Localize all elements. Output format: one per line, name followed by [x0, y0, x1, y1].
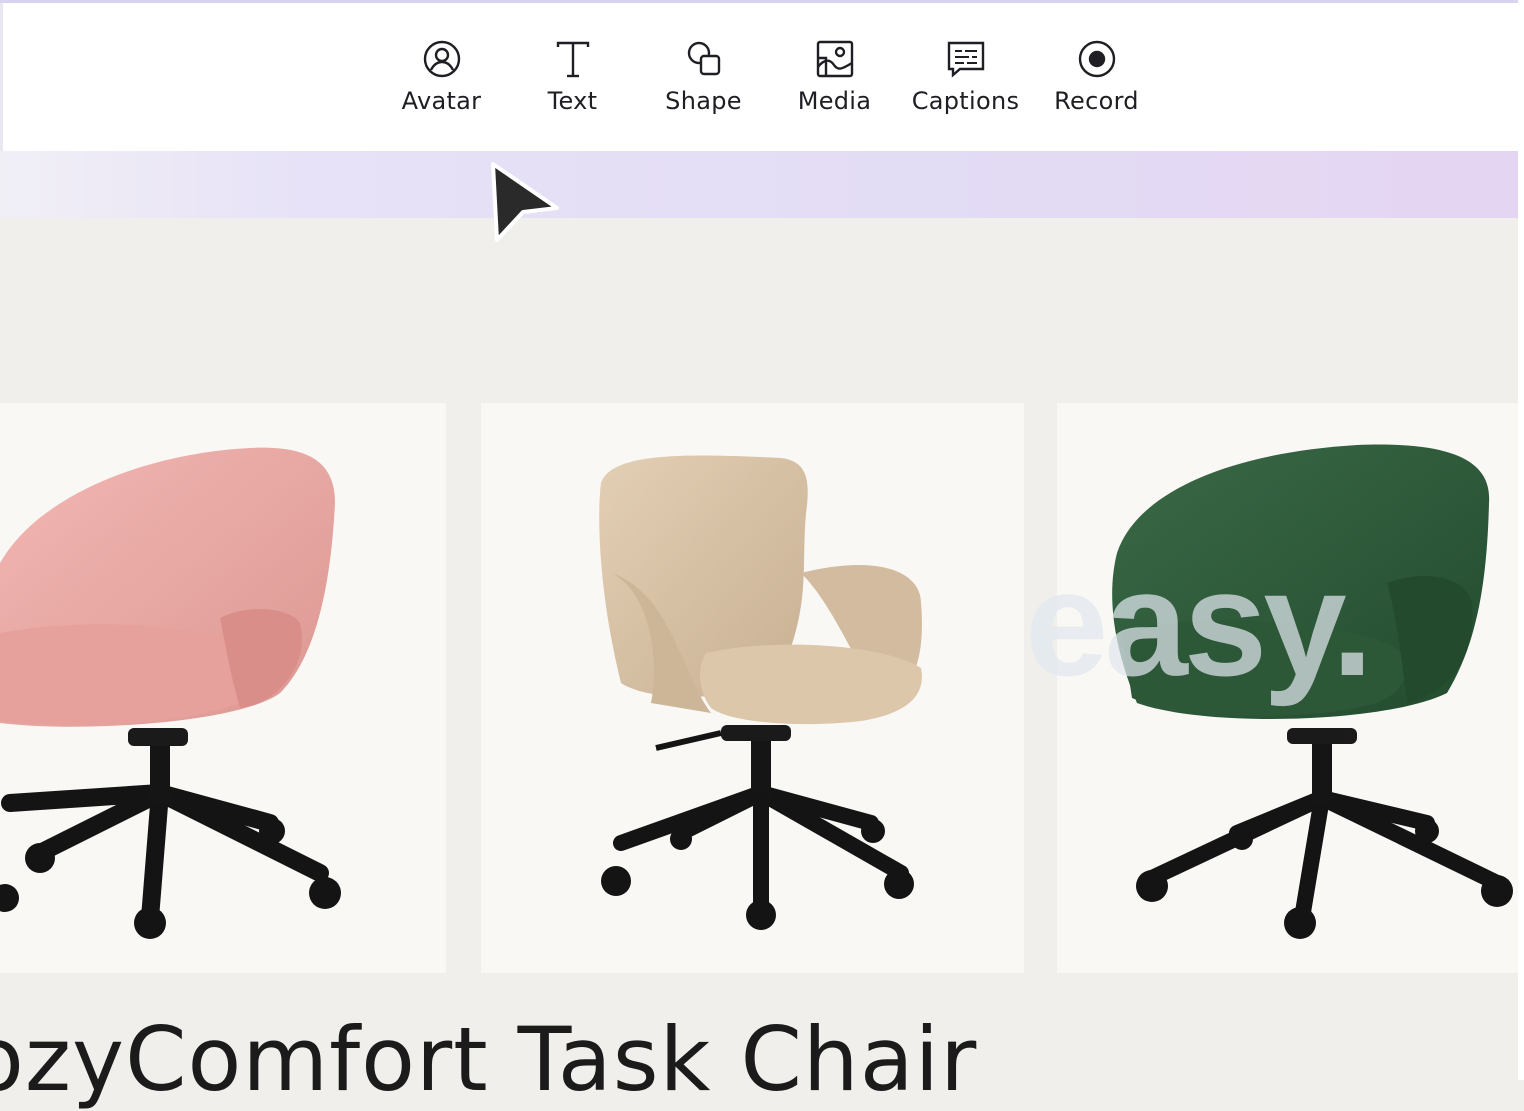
avatar-icon — [420, 37, 464, 81]
media-tool-label: Media — [797, 87, 872, 115]
text-tool-button[interactable]: Text — [507, 37, 638, 115]
text-icon — [551, 37, 595, 81]
toolbar-edge — [0, 3, 3, 154]
shape-tool-label: Shape — [665, 87, 742, 115]
pink-chair-image — [0, 447, 341, 939]
tool-group: Avatar Text Shape Media Captions Record — [376, 37, 1162, 115]
editor-toolbar: Avatar Text Shape Media Captions Record — [0, 0, 1524, 154]
captions-tool-label: Captions — [911, 87, 1020, 115]
record-tool-button[interactable]: Record — [1031, 37, 1162, 115]
record-tool-label: Record — [1054, 87, 1139, 115]
captions-tool-button[interactable]: Captions — [900, 37, 1031, 115]
chair-card-pink[interactable] — [0, 403, 446, 973]
record-icon — [1075, 37, 1119, 81]
avatar-tool-button[interactable]: Avatar — [376, 37, 507, 115]
avatar-tool-label: Avatar — [401, 87, 482, 115]
captions-icon — [944, 37, 988, 81]
mouse-cursor-icon — [491, 162, 559, 242]
media-tool-button[interactable]: Media — [769, 37, 900, 115]
canvas-right-edge — [1518, 0, 1524, 1080]
accent-band — [0, 151, 1524, 218]
text-tool-label: Text — [547, 87, 598, 115]
overlay-caption-text: easy. — [1025, 539, 1373, 707]
product-title: ozyComfort Task Chair — [0, 1008, 978, 1111]
beige-chair-image — [599, 455, 922, 930]
shape-tool-button[interactable]: Shape — [638, 37, 769, 115]
shape-icon — [682, 37, 726, 81]
chair-card-beige[interactable] — [481, 403, 1024, 973]
media-icon — [813, 37, 857, 81]
